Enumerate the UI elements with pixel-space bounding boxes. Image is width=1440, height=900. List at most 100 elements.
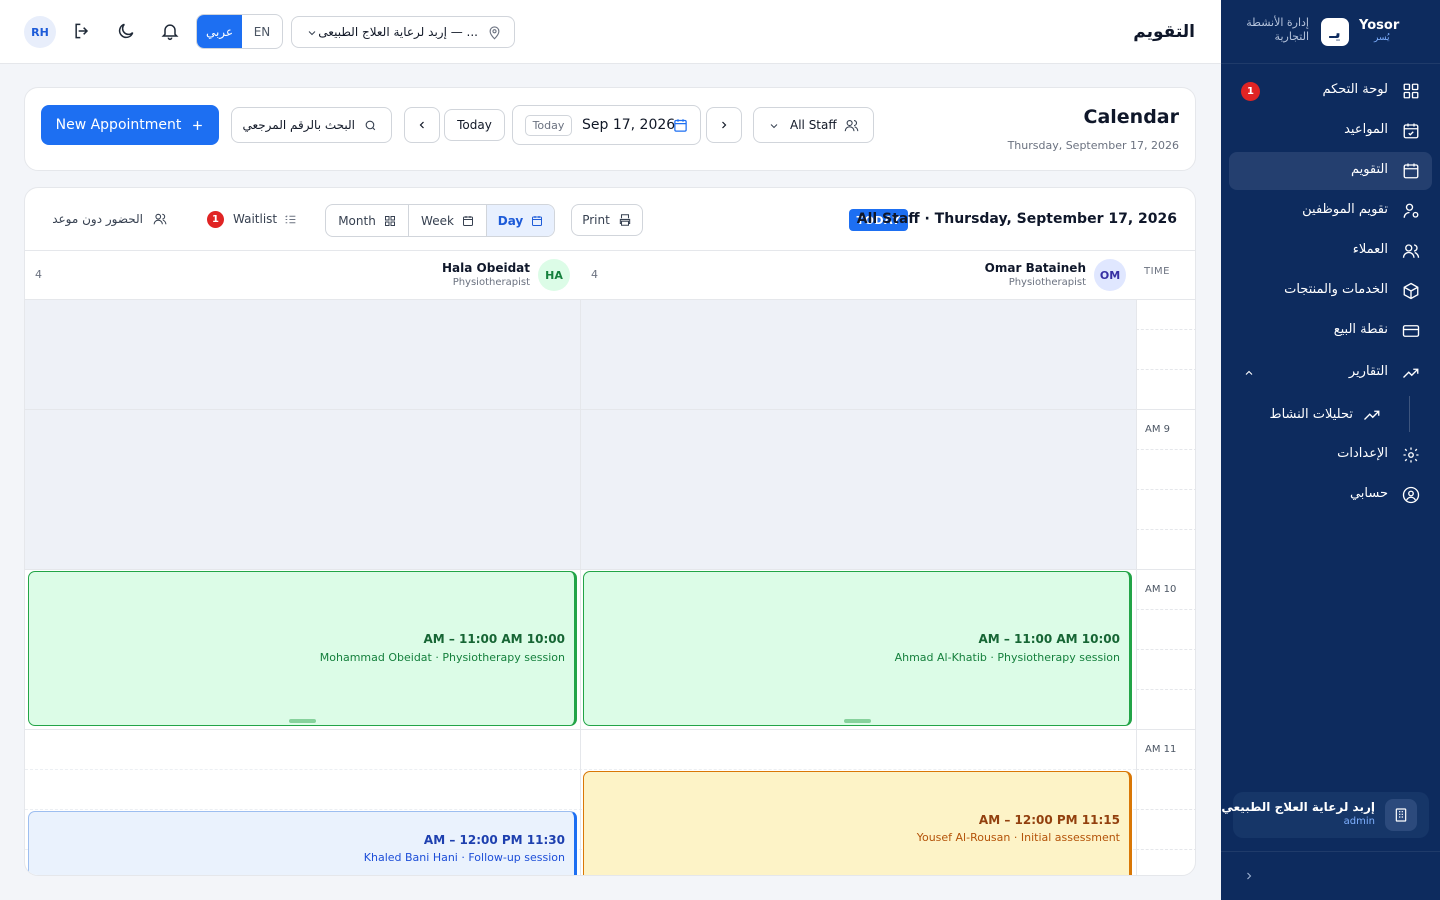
today-button[interactable]: Today — [444, 109, 505, 141]
appointment-time: AM – 11:00 AM 10:00 — [423, 632, 565, 646]
avatar[interactable]: RH — [24, 16, 56, 48]
sidebar-item-services[interactable]: الخدمات والمنتجات — [1229, 272, 1432, 310]
sidebar-subitem-label: تحليلات النشاط — [1269, 407, 1353, 422]
moon-icon[interactable] — [116, 21, 136, 41]
appointment-card[interactable]: AM – 12:00 PM 11:15 Yousef Al-Rousan · I… — [583, 771, 1132, 875]
waitlist-count-badge: 1 — [207, 211, 224, 228]
date-picker[interactable]: Today Sep 17, 2026 — [512, 105, 701, 145]
appointment-description: Khaled Bani Hani · Follow-up session — [363, 851, 565, 864]
reference-search-input[interactable]: البحث بالرقم المرجعي — [231, 107, 392, 143]
calendar-icon — [674, 119, 687, 132]
lang-arabic-button[interactable]: عربي — [197, 15, 242, 48]
page-title: التقويم — [1133, 22, 1195, 42]
column-divider — [580, 300, 581, 875]
view-day-button[interactable]: Day — [487, 205, 554, 236]
appointment-count: 4 — [35, 268, 42, 281]
date-value: Sep 17, 2026 — [582, 117, 676, 133]
staff-filter-value: All Staff — [790, 118, 837, 132]
logout-icon[interactable] — [72, 21, 92, 41]
brand-sub: يُسر — [1374, 33, 1390, 43]
sidebar-item-label: نقطة البيع — [1333, 322, 1388, 337]
users-icon — [844, 119, 859, 132]
staff-filter-select[interactable]: All Staff — [753, 107, 874, 143]
sidebar-item-label: الإعدادات — [1337, 446, 1388, 461]
sidebar-item-appointments[interactable]: المواعيد — [1229, 112, 1432, 150]
time-label: AM 10 — [1145, 584, 1177, 595]
chevron-left-icon — [419, 121, 424, 129]
sidebar-item-clients[interactable]: العملاء — [1229, 232, 1432, 270]
user-circle-icon — [1402, 486, 1420, 504]
slot-line — [1136, 329, 1195, 330]
branch-name: إربد لرعاية العلاج الطبيعى — ... — [318, 25, 478, 39]
sidebar-item-label: الخدمات والمنتجات — [1284, 282, 1388, 297]
resize-handle[interactable] — [289, 719, 316, 723]
bell-icon[interactable] — [160, 21, 180, 41]
sidebar-item-dashboard[interactable]: لوحة التحكم 1 — [1229, 72, 1432, 110]
printer-icon — [619, 214, 630, 226]
slot-line — [1136, 529, 1195, 530]
chevron-down-icon — [770, 124, 778, 129]
chevron-up-icon[interactable] — [1243, 367, 1255, 379]
staff-avatar: OM — [1094, 259, 1126, 291]
walk-in-button[interactable]: الحضور دون موعد — [52, 210, 169, 230]
sidebar-item-settings[interactable]: الإعدادات — [1229, 436, 1432, 474]
staff-role: Physiotherapist — [1008, 277, 1086, 288]
slot-line — [1136, 689, 1195, 690]
print-label: Print — [582, 213, 610, 227]
sidebar-item-reports[interactable]: التقارير — [1229, 354, 1432, 392]
resize-handle[interactable] — [844, 719, 871, 723]
appointment-card[interactable]: AM – 11:00 AM 10:00 Mohammad Obeidat · P… — [28, 571, 577, 726]
sidebar-item-label: تقويم الموظفين — [1302, 202, 1388, 217]
appointment-card[interactable]: AM – 11:00 AM 10:00 Ahmad Al-Khatib · Ph… — [583, 571, 1132, 726]
chevron-right-icon[interactable] — [1243, 870, 1255, 882]
sidebar-item-calendar[interactable]: التقويم — [1229, 152, 1432, 190]
next-day-button[interactable] — [706, 107, 742, 143]
print-button[interactable]: Print — [571, 204, 643, 236]
slot-line — [1136, 489, 1195, 490]
view-month-button[interactable]: Month — [326, 205, 409, 236]
brand-tagline: إدارة الأنشطة التجارية — [1246, 16, 1309, 43]
users-icon — [153, 213, 167, 225]
sidebar-item-staff-calendar[interactable]: تقويم الموظفين — [1229, 192, 1432, 230]
language-toggle: عربي EN — [196, 14, 283, 49]
time-label: AM 11 — [1145, 744, 1177, 755]
sidebar-item-pos[interactable]: نقطة البيع — [1229, 312, 1432, 350]
view-week-button[interactable]: Week — [409, 205, 487, 236]
unavailable-block — [25, 300, 580, 570]
sidebar-item-label: المواعيد — [1344, 122, 1388, 137]
column-divider — [1136, 300, 1137, 875]
sidebar-item-label: التقارير — [1348, 364, 1388, 379]
branch-select[interactable]: إربد لرعاية العلاج الطبيعى — ... — [291, 16, 515, 48]
sidebar-subitem-analytics[interactable]: تحليلات النشاط — [1261, 396, 1421, 432]
sidebar-item-label: العملاء — [1352, 242, 1388, 257]
calendar-subtitle: Thursday, September 17, 2026 — [1007, 139, 1179, 152]
appointment-time: AM – 12:00 PM 11:15 — [978, 813, 1120, 827]
unavailable-block — [581, 300, 1136, 570]
tenant-card[interactable]: إربد لرعاية العلاج الطبيعي admin — [1221, 792, 1429, 838]
sidebar-item-account[interactable]: حسابي — [1229, 476, 1432, 514]
waitlist-button[interactable]: 1 Waitlist — [207, 210, 299, 230]
brand-logo[interactable]: يـ — [1321, 18, 1349, 46]
staff-avatar: HA — [538, 259, 570, 291]
today-chip[interactable]: Today — [525, 115, 572, 136]
appointment-count: 4 — [591, 268, 598, 281]
previous-day-button[interactable] — [404, 107, 440, 143]
hour-line — [25, 729, 1195, 730]
appointment-description: Ahmad Al-Khatib · Physiotherapy session — [894, 651, 1120, 664]
lang-english-button[interactable]: EN — [242, 15, 282, 48]
calendar-header: New Appointment البحث بالرقم المرجعي Tod… — [24, 87, 1196, 171]
appointment-card[interactable]: AM – 12:00 PM 11:30 Khaled Bani Hani · F… — [28, 811, 577, 875]
list-icon — [285, 215, 296, 224]
gear-icon — [1403, 447, 1419, 463]
divider — [1221, 851, 1440, 852]
calendar-icon — [532, 215, 543, 226]
waitlist-label: Waitlist — [233, 212, 278, 226]
slot-line — [1136, 449, 1195, 450]
staff-column-header-omar: 4 Omar Bataineh Physiotherapist OM — [581, 251, 1136, 300]
time-label: AM 9 — [1145, 424, 1171, 435]
staff-role: Physiotherapist — [452, 277, 530, 288]
brand: إدارة الأنشطة التجارية يـ Yosor يُسر — [1221, 0, 1440, 64]
view-switch: Month Week Day — [325, 204, 555, 237]
new-appointment-button[interactable]: New Appointment — [41, 105, 219, 145]
view-week-label: Week — [421, 213, 454, 228]
